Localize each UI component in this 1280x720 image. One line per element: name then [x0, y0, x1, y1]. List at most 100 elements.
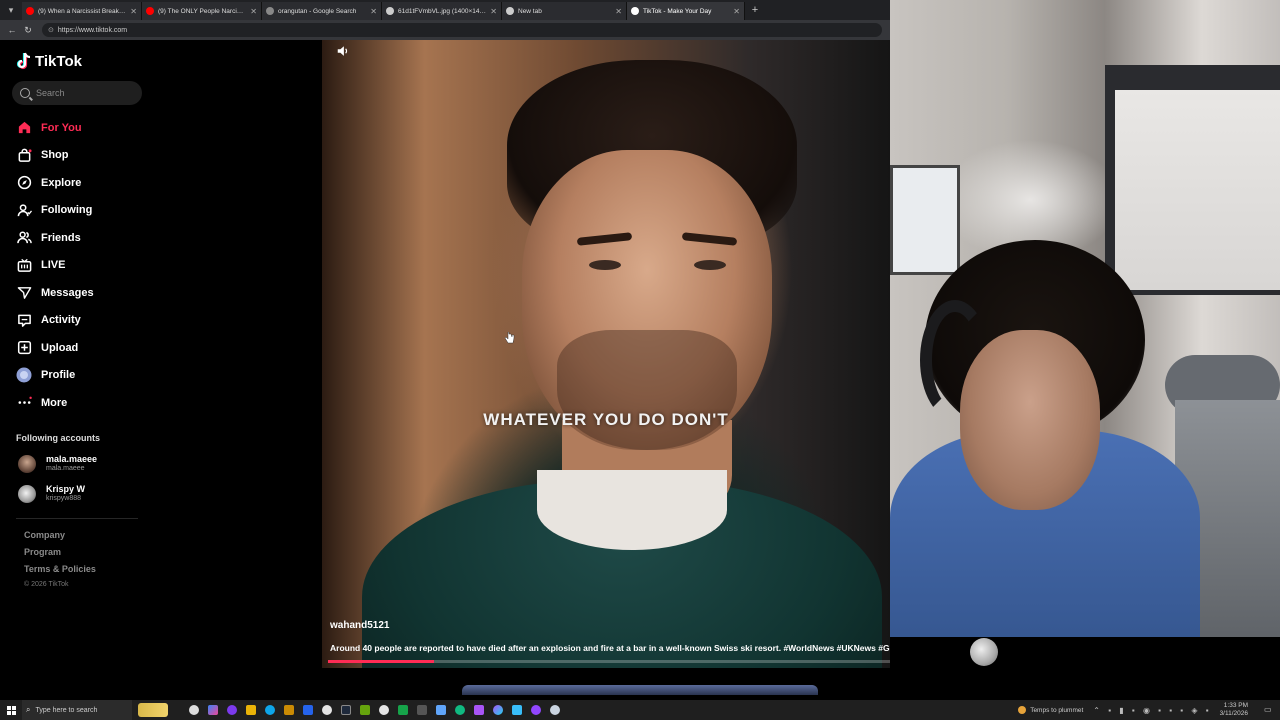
- nav-live[interactable]: LIVE: [16, 252, 94, 280]
- search-icon: ⌕: [26, 705, 31, 714]
- screen: ▾ (9) When a Narcissist Breaks the S ✕ (…: [0, 0, 1280, 720]
- green-app-icon[interactable]: [450, 700, 469, 720]
- edge-browser-icon[interactable]: [260, 700, 279, 720]
- webcam-wall-panel: [1115, 90, 1280, 290]
- twitch-icon[interactable]: [526, 700, 545, 720]
- nav-profile[interactable]: Profile: [16, 362, 94, 390]
- figma-app-icon[interactable]: [431, 700, 450, 720]
- browser-tab[interactable]: New tab ✕: [502, 2, 627, 20]
- nav-more[interactable]: More: [16, 389, 94, 417]
- store-icon[interactable]: [298, 700, 317, 720]
- headset-app-icon[interactable]: [317, 700, 336, 720]
- back-icon[interactable]: ←: [4, 25, 20, 35]
- weather-widget[interactable]: Temps to plummet: [1018, 706, 1083, 714]
- tray-icons[interactable]: ⌃ ▪ ▮ ▪ ◉ ▪ ▪ ▪ ◈ ▪: [1093, 706, 1211, 715]
- account-name: Krispy W: [46, 484, 86, 494]
- main-nav: For You Shop Explore Following Friends L…: [16, 114, 94, 417]
- nav-for-you[interactable]: For You: [16, 114, 94, 142]
- obs-app-icon[interactable]: [222, 700, 241, 720]
- clock[interactable]: 1:33 PM 3/11/2026: [1220, 702, 1248, 718]
- nav-messages[interactable]: Messages: [16, 279, 94, 307]
- calculator-icon[interactable]: [412, 700, 431, 720]
- following-accounts-title: Following accounts: [16, 433, 101, 443]
- site-info-icon[interactable]: ⊙: [48, 26, 54, 34]
- clock-date: 3/11/2026: [1219, 710, 1248, 717]
- taskbar-apps: [184, 700, 564, 720]
- search-input[interactable]: Search: [12, 81, 142, 105]
- tiktok-logo-icon: [16, 52, 31, 70]
- footer-company-link[interactable]: Company: [24, 530, 96, 547]
- video-author[interactable]: wahand5121: [330, 620, 389, 631]
- browser-tab[interactable]: (9) The ONLY People Narcissists St ✕: [142, 2, 262, 20]
- purple-app-icon[interactable]: [469, 700, 488, 720]
- nav-label: Activity: [41, 314, 81, 327]
- copilot-icon[interactable]: [203, 700, 222, 720]
- nav-label: Upload: [41, 341, 79, 354]
- browser-tab[interactable]: 61d1tFVmbVL.jpg (1400×1494) ✕: [382, 2, 502, 20]
- home-icon: [16, 120, 32, 136]
- nav-upload[interactable]: Upload: [16, 334, 94, 362]
- url-input[interactable]: ⊙ https://www.tiktok.com: [42, 23, 882, 37]
- tab-search-icon[interactable]: ▾: [0, 0, 22, 20]
- close-icon[interactable]: ✕: [490, 7, 497, 16]
- close-icon[interactable]: ✕: [370, 7, 377, 16]
- adobe-app-icon[interactable]: [336, 700, 355, 720]
- nvidia-icon[interactable]: [355, 700, 374, 720]
- notification-icon[interactable]: ▭: [1264, 705, 1274, 715]
- chrome-icon[interactable]: [374, 700, 393, 720]
- person-follow-icon: [16, 202, 32, 218]
- nav-following[interactable]: Following: [16, 197, 94, 225]
- google-favicon-icon: [266, 7, 274, 15]
- address-bar: ← ↻ ⊙ https://www.tiktok.com: [0, 20, 890, 40]
- tab-label: orangutan - Google Search: [278, 7, 357, 15]
- nav-label: More: [41, 396, 68, 409]
- tab-label: 61d1tFVmbVL.jpg (1400×1494): [398, 7, 487, 15]
- globe-favicon-icon: [386, 7, 394, 15]
- nav-friends[interactable]: Friends: [16, 224, 94, 252]
- avatar: [18, 485, 36, 503]
- alien-app-icon[interactable]: [184, 700, 203, 720]
- nav-label: Friends: [41, 231, 81, 244]
- file-explorer-icon[interactable]: [241, 700, 260, 720]
- video-progress-bar[interactable]: [328, 660, 890, 663]
- search-highlight-icon[interactable]: [138, 703, 168, 717]
- footer-terms-link[interactable]: Terms & Policies: [24, 564, 96, 581]
- close-icon[interactable]: ✕: [733, 7, 740, 16]
- image-app-icon[interactable]: [507, 700, 526, 720]
- footer-program-link[interactable]: Program: [24, 547, 96, 564]
- steam-icon[interactable]: [545, 700, 564, 720]
- video-frame-eye: [589, 260, 621, 270]
- taskbar-search-input[interactable]: ⌕ Type here to search: [22, 700, 132, 720]
- browser-tab[interactable]: orangutan - Google Search ✕: [262, 2, 382, 20]
- folder-icon[interactable]: [279, 700, 298, 720]
- reload-icon[interactable]: ↻: [20, 25, 36, 36]
- nav-label: Messages: [41, 286, 94, 299]
- shopping-bag-icon: [16, 147, 32, 163]
- windows-start-icon[interactable]: [0, 700, 22, 720]
- browser-tab-active[interactable]: TikTok - Make Your Day ✕: [627, 2, 745, 20]
- browser-tab[interactable]: (9) When a Narcissist Breaks the S ✕: [22, 2, 142, 20]
- copilot-app-icon[interactable]: [488, 700, 507, 720]
- nav-activity[interactable]: Activity: [16, 307, 94, 335]
- close-icon[interactable]: ✕: [130, 7, 137, 16]
- taskbar-search-placeholder: Type here to search: [35, 706, 98, 714]
- volume-icon[interactable]: [336, 44, 352, 60]
- tiktok-logo[interactable]: TikTok: [16, 52, 82, 70]
- copyright: © 2026 TikTok: [24, 581, 69, 588]
- nav-explore[interactable]: Explore: [16, 169, 94, 197]
- video-caption: WHATEVER YOU DO DON'T: [483, 410, 729, 429]
- close-icon[interactable]: ✕: [615, 7, 622, 16]
- nav-shop[interactable]: Shop: [16, 142, 94, 170]
- compass-icon: [16, 175, 32, 191]
- youtube-favicon-icon: [146, 7, 154, 15]
- plus-icon[interactable]: +: [745, 4, 765, 16]
- following-account[interactable]: mala.maeee mala.maeee: [18, 454, 97, 474]
- next-video-preview[interactable]: [462, 685, 818, 695]
- close-icon[interactable]: ✕: [250, 7, 257, 16]
- avatar-icon: [16, 367, 32, 383]
- mouse-cursor-icon: [504, 331, 515, 344]
- spreadsheet-icon[interactable]: [393, 700, 412, 720]
- creator-avatar[interactable]: [970, 638, 998, 666]
- following-account[interactable]: Krispy W krispyw888: [18, 484, 85, 504]
- video-player[interactable]: WHATEVER YOU DO DON'T wahand5121 Around …: [322, 40, 890, 668]
